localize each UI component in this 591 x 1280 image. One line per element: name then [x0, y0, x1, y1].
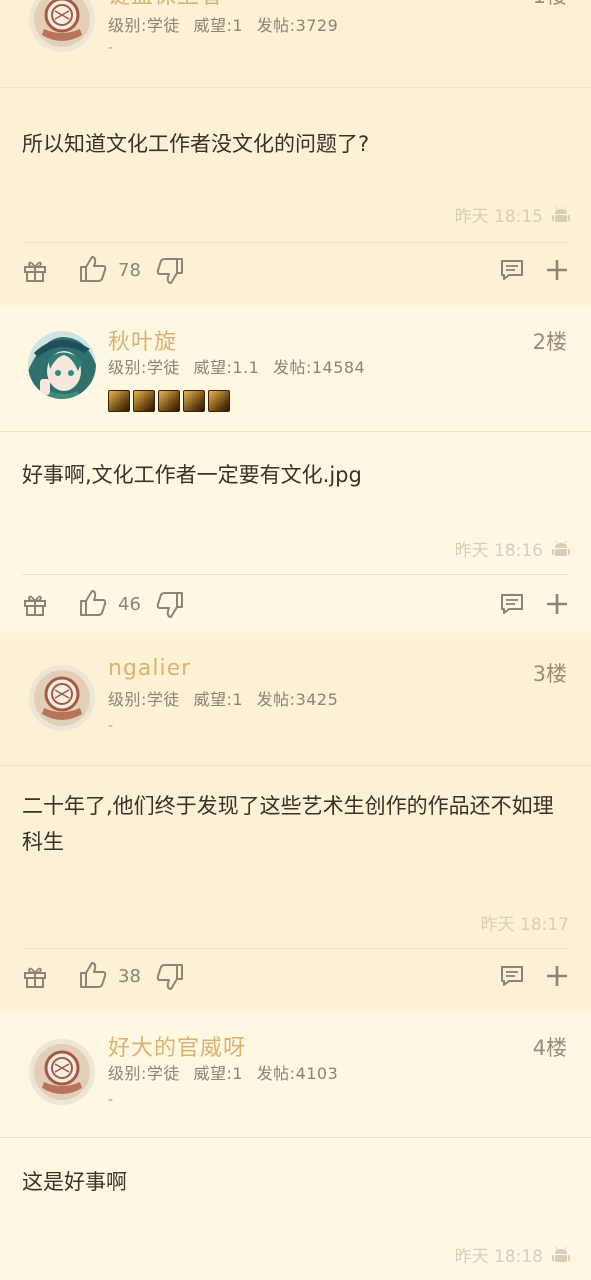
post-header: 秋叶旋 2楼 级别:学徒 威望:1.1 发帖:14584: [0, 306, 591, 432]
medal-badge[interactable]: [158, 390, 180, 412]
android-icon: [552, 206, 570, 222]
medal-badges: [108, 390, 230, 412]
medal-badge[interactable]: [208, 390, 230, 412]
post-time: 昨天 18:16: [454, 541, 543, 561]
user-prestige: 威望:1: [193, 1064, 244, 1083]
plus-icon[interactable]: [545, 258, 569, 282]
medal-badge[interactable]: [108, 390, 130, 412]
username[interactable]: 秋叶旋: [108, 324, 177, 356]
plus-icon[interactable]: [545, 964, 569, 988]
user-meta: 级别:学徒 威望:1 发帖:3425: [108, 686, 338, 710]
like-count: 38: [118, 966, 141, 987]
user-level: 级别:学徒: [108, 358, 180, 377]
avatar[interactable]: [28, 1038, 96, 1106]
medal-badge[interactable]: [183, 390, 205, 412]
divider: [22, 242, 569, 243]
floor-number: 4楼: [532, 1036, 567, 1060]
floor-number: 1楼: [533, 0, 567, 10]
user-post-count: 发帖:3729: [256, 16, 339, 35]
user-meta: 级别:学徒 威望:1.1 发帖:14584: [108, 354, 365, 378]
post-header: 键盘保卫者 1楼 级别:学徒 威望:1 发帖:3729 -: [0, 0, 591, 88]
thumbs-down-icon[interactable]: [155, 590, 185, 620]
android-icon: [552, 1246, 570, 1262]
thumbs-up-icon[interactable]: [78, 960, 108, 990]
post-header: ngalier 3楼 级别:学徒 威望:1 发帖:3425 -: [0, 638, 591, 766]
username[interactable]: 键盘保卫者: [108, 0, 223, 10]
post-time: 昨天 18:15: [454, 207, 543, 227]
comment-icon[interactable]: [499, 257, 525, 283]
user-signature: -: [108, 40, 114, 56]
post-actions: 38: [0, 950, 591, 1006]
gift-icon[interactable]: [22, 258, 48, 284]
post-floor-4: 好大的官威呀 4楼 级别:学徒 威望:1 发帖:4103 - 这是好事啊 昨天 …: [0, 1012, 591, 1280]
user-level: 级别:学徒: [108, 16, 180, 35]
username[interactable]: 好大的官威呀: [108, 1030, 246, 1062]
user-prestige: 威望:1: [193, 16, 244, 35]
user-post-count: 发帖:3425: [256, 690, 339, 709]
gift-icon[interactable]: [22, 964, 48, 990]
medal-badge[interactable]: [133, 390, 155, 412]
user-post-count: 发帖:4103: [256, 1064, 339, 1083]
username[interactable]: ngalier: [108, 656, 191, 681]
post-floor-2: 秋叶旋 2楼 级别:学徒 威望:1.1 发帖:14584 好事啊,文化工作者一定…: [0, 306, 591, 632]
thumbs-down-icon[interactable]: [155, 256, 185, 286]
divider: [22, 574, 569, 575]
post-content: 好事啊,文化工作者一定要有文化.jpg: [22, 463, 362, 487]
like-count: 46: [118, 594, 141, 615]
like-count: 78: [118, 260, 141, 281]
avatar[interactable]: [28, 0, 96, 53]
post-floor-3: ngalier 3楼 级别:学徒 威望:1 发帖:3425 - 二十年了,他们终…: [0, 638, 591, 1008]
post-time: 昨天 18:18: [454, 1247, 543, 1267]
post-content: 这是好事啊: [22, 1170, 127, 1194]
floor-number: 3楼: [532, 662, 567, 686]
user-meta: 级别:学徒 威望:1 发帖:3729: [108, 12, 338, 36]
thumbs-up-icon[interactable]: [78, 254, 108, 284]
avatar[interactable]: [28, 331, 96, 399]
android-icon: [552, 540, 570, 556]
gift-icon[interactable]: [22, 592, 48, 618]
post-actions: 78: [0, 244, 591, 300]
post-actions: 46: [0, 578, 591, 632]
post-header: 好大的官威呀 4楼 级别:学徒 威望:1 发帖:4103 -: [0, 1012, 591, 1138]
user-meta: 级别:学徒 威望:1 发帖:4103: [108, 1060, 338, 1084]
user-prestige: 威望:1: [193, 690, 244, 709]
thumbs-up-icon[interactable]: [78, 588, 108, 618]
post-content: 二十年了,他们终于发现了这些艺术生创作的作品还不如理科生: [22, 794, 554, 854]
user-prestige: 威望:1.1: [193, 358, 260, 377]
user-level: 级别:学徒: [108, 690, 180, 709]
floor-number: 2楼: [532, 330, 567, 354]
post-time: 昨天 18:17: [480, 915, 569, 935]
user-level: 级别:学徒: [108, 1064, 180, 1083]
user-signature: -: [108, 1092, 114, 1108]
post-content: 所以知道文化工作者没文化的问题了?: [22, 132, 370, 156]
user-signature: -: [108, 718, 114, 734]
thumbs-down-icon[interactable]: [155, 962, 185, 992]
comment-icon[interactable]: [499, 591, 525, 617]
divider: [22, 948, 569, 949]
user-post-count: 发帖:14584: [272, 358, 366, 377]
comment-icon[interactable]: [499, 963, 525, 989]
avatar[interactable]: [28, 664, 96, 732]
post-floor-1: 键盘保卫者 1楼 级别:学徒 威望:1 发帖:3729 - 所以知道文化工作者没…: [0, 0, 591, 302]
plus-icon[interactable]: [545, 592, 569, 616]
